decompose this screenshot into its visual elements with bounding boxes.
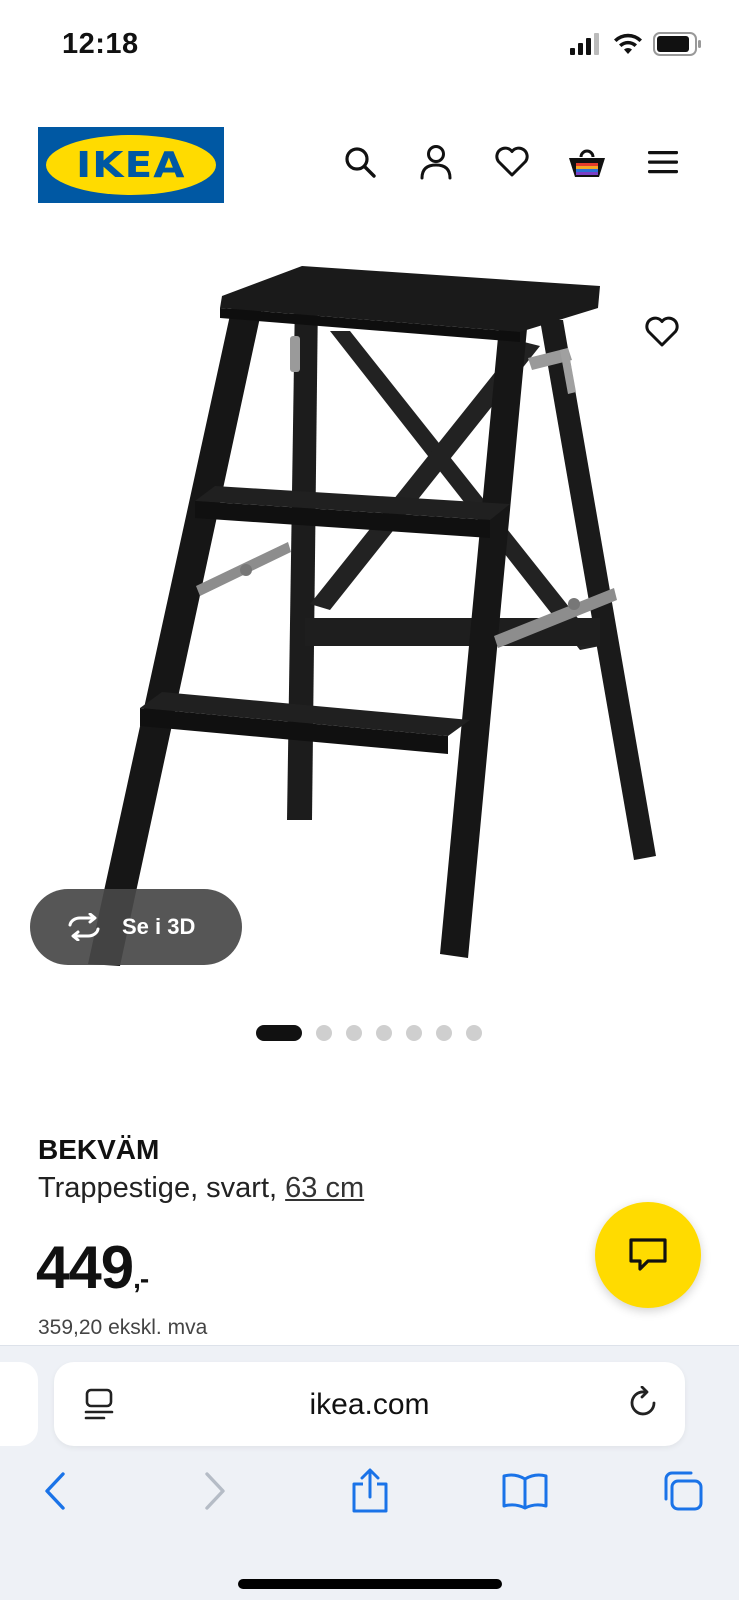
browser-bar: ikea.com: [0, 1345, 739, 1600]
browser-toolbar: [0, 1466, 739, 1526]
product-price: 449,-: [36, 1233, 149, 1302]
site-header: IKEA: [0, 96, 739, 236]
share-button[interactable]: [345, 1466, 395, 1516]
status-icons: [569, 32, 703, 56]
price-value: 449: [36, 1234, 134, 1301]
carousel-dot-6[interactable]: [436, 1025, 452, 1041]
price-suffix: ,-: [133, 1263, 149, 1294]
signal-icon: [570, 33, 599, 55]
bookmarks-button[interactable]: [500, 1466, 550, 1516]
account-icon: [420, 145, 452, 180]
logo-oval: IKEA: [46, 135, 216, 195]
carousel-dot-5[interactable]: [406, 1025, 422, 1041]
status-bar: 12:18: [0, 0, 739, 96]
product-description: Trappestige, svart, 63 cm: [38, 1172, 364, 1205]
basket-button[interactable]: [567, 142, 607, 182]
account-button[interactable]: [416, 142, 456, 182]
url-text: ikea.com: [309, 1388, 430, 1421]
menu-icon: [648, 151, 678, 174]
home-indicator[interactable]: [238, 1579, 502, 1589]
back-button[interactable]: [30, 1466, 80, 1516]
reload-icon[interactable]: [629, 1386, 659, 1420]
tabs-icon: [664, 1471, 703, 1511]
chevron-left-icon: [45, 1472, 65, 1510]
carousel-dot-3[interactable]: [346, 1025, 362, 1041]
carousel-dot-2[interactable]: [316, 1025, 332, 1041]
ikea-logo[interactable]: IKEA: [38, 127, 224, 203]
product-size-link[interactable]: 63 cm: [285, 1172, 364, 1204]
address-bar[interactable]: ikea.com: [54, 1362, 685, 1446]
price-ex-vat: 359,20 ekskl. mva: [38, 1316, 208, 1339]
search-button[interactable]: [340, 142, 380, 182]
rotate-3d-icon: [68, 913, 100, 941]
menu-button[interactable]: [643, 142, 683, 182]
carousel-dot-4[interactable]: [376, 1025, 392, 1041]
carousel-dot-1[interactable]: [256, 1025, 302, 1041]
chat-button[interactable]: [595, 1202, 701, 1308]
share-icon: [352, 1468, 388, 1513]
status-time: 12:18: [62, 28, 139, 60]
favorite-product-button[interactable]: [642, 312, 682, 352]
previous-tab-peek[interactable]: [0, 1362, 38, 1446]
carousel-indicator: [256, 1025, 482, 1041]
chat-icon: [629, 1238, 667, 1271]
chevron-right-icon: [205, 1472, 225, 1510]
heart-icon: [495, 146, 529, 177]
product-description-text: Trappestige, svart,: [38, 1172, 278, 1204]
book-icon: [502, 1473, 548, 1510]
tabs-button[interactable]: [657, 1466, 707, 1516]
logo-text: IKEA: [76, 144, 186, 186]
product-name: BEKVÄM: [38, 1134, 160, 1165]
battery-icon: [653, 32, 701, 56]
view-3d-button[interactable]: Se i 3D: [30, 889, 242, 965]
forward-button[interactable]: [190, 1466, 240, 1516]
search-icon: [345, 147, 376, 178]
view-3d-label: Se i 3D: [122, 914, 196, 939]
carousel-dot-7[interactable]: [466, 1025, 482, 1041]
wifi-icon: [614, 33, 642, 54]
heart-icon: [645, 316, 679, 347]
favorites-button[interactable]: [492, 142, 532, 182]
basket-icon: [569, 149, 605, 177]
